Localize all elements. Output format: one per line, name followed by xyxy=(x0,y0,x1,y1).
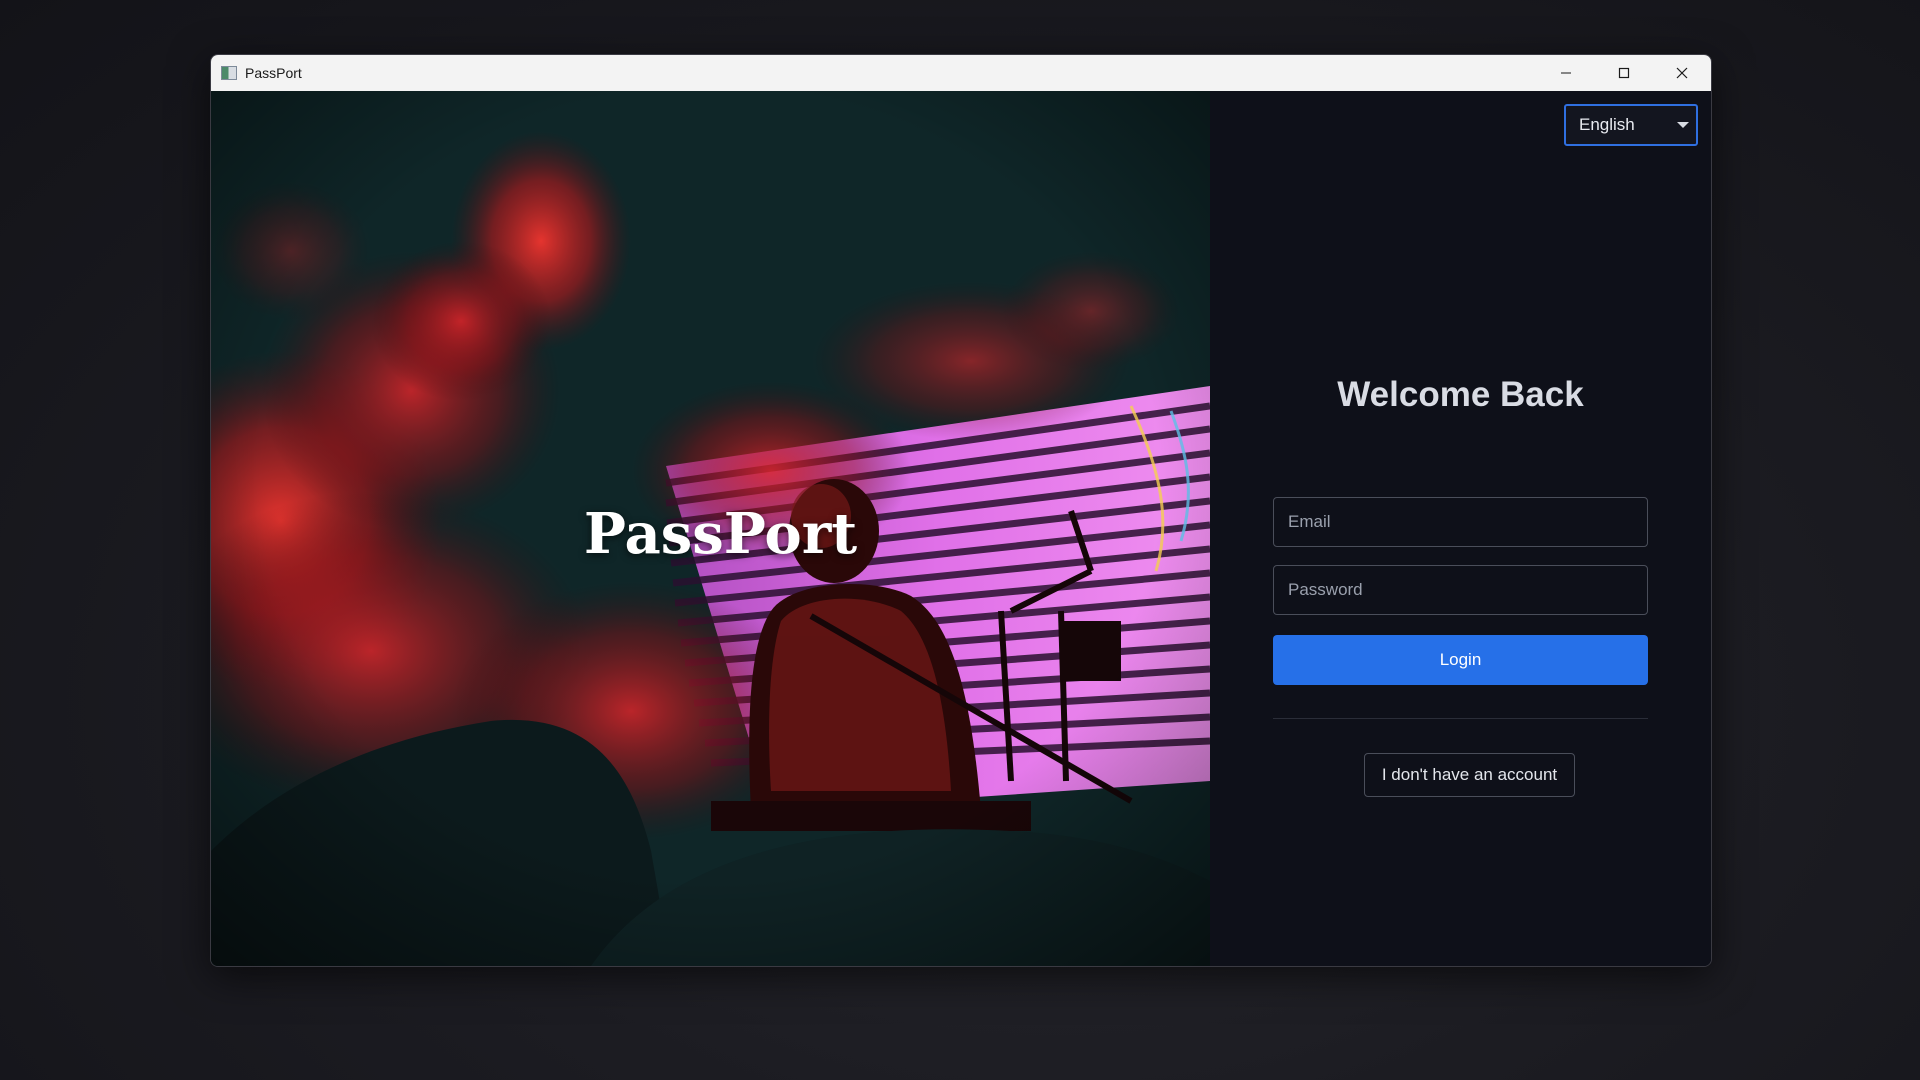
minimize-button[interactable] xyxy=(1537,55,1595,91)
divider xyxy=(1273,718,1648,719)
login-panel: English Welcome Back Login I don't have … xyxy=(1210,91,1711,966)
no-account-button[interactable]: I don't have an account xyxy=(1364,753,1575,797)
chevron-down-icon xyxy=(1677,122,1689,128)
minimize-icon xyxy=(1561,72,1571,74)
welcome-heading: Welcome Back xyxy=(1337,375,1584,414)
window-title: PassPort xyxy=(245,65,302,81)
password-field[interactable] xyxy=(1273,565,1648,615)
hero-image-panel: PassPort xyxy=(211,91,1210,966)
close-button[interactable] xyxy=(1653,55,1711,91)
login-button[interactable]: Login xyxy=(1273,635,1648,685)
language-select[interactable]: English xyxy=(1564,104,1698,146)
language-selected-value: English xyxy=(1579,115,1635,134)
app-window: PassPort PassPort English Welcome Back E… xyxy=(210,54,1712,967)
maximize-icon xyxy=(1618,67,1630,79)
window-controls xyxy=(1537,55,1711,91)
app-icon xyxy=(221,66,237,80)
maximize-button[interactable] xyxy=(1595,55,1653,91)
email-field[interactable] xyxy=(1273,497,1648,547)
title-bar[interactable]: PassPort xyxy=(211,55,1711,91)
concert-performer-photo xyxy=(211,91,1210,966)
close-icon xyxy=(1676,67,1688,79)
